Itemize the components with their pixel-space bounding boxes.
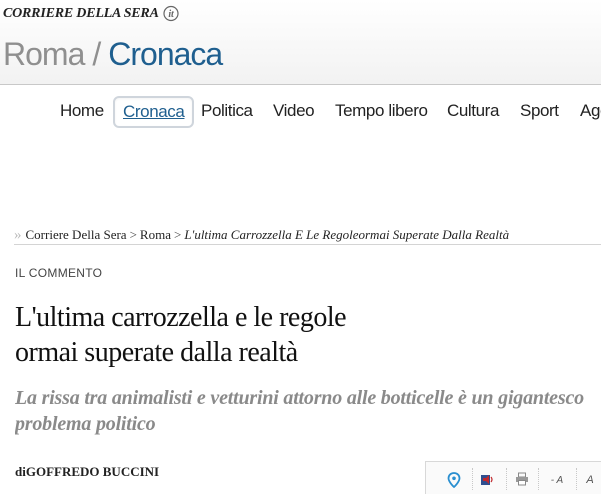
nav-video[interactable]: Video <box>273 97 315 125</box>
audio-icon <box>481 475 493 485</box>
map-pin-button[interactable] <box>440 468 468 490</box>
section-title: Roma / Cronaca <box>3 34 223 74</box>
print-button[interactable] <box>506 468 537 490</box>
breadcrumb-current: L'ultima Carrozzella E Le Regoleormai Su… <box>184 227 510 242</box>
map-pin-icon <box>447 472 461 488</box>
headline-line-2: ormai superate dalla realtà <box>15 337 298 368</box>
svg-text:it: it <box>168 9 175 20</box>
nav-home[interactable]: Home <box>60 97 104 125</box>
nav-cultura[interactable]: Cultura <box>447 97 499 125</box>
print-icon <box>516 472 528 486</box>
headline-line-1: L'ultima carrozzella e le regole <box>15 302 347 333</box>
byline: diGOFFREDO BUCCINI <box>15 464 159 480</box>
article-kicker: IL COMMENTO <box>15 266 103 280</box>
city-link[interactable]: Roma <box>3 36 85 72</box>
nav-tempo-libero[interactable]: Tempo libero <box>335 97 428 125</box>
title-separator: / <box>92 36 101 72</box>
font-smaller-label: - A <box>550 475 564 486</box>
brand-mark-icon: it <box>163 5 179 22</box>
byline-prefix: di <box>15 464 26 479</box>
article-headline: L'ultima carrozzella e le regole ormai s… <box>15 300 435 370</box>
main-nav: Home Cronaca Politica Video Tempo libero… <box>0 96 601 128</box>
section-link[interactable]: Cronaca <box>108 36 223 72</box>
brand-logo[interactable]: CORRIERE DELLA SERA it <box>3 5 182 24</box>
breadcrumb-roma[interactable]: Roma <box>140 227 171 242</box>
breadcrumb-separator: > <box>173 227 182 242</box>
breadcrumb-arrows-icon: » <box>14 227 22 243</box>
font-smaller-button[interactable]: - A <box>538 468 575 490</box>
font-bigger-label: A <box>586 474 594 486</box>
breadcrumb-separator: > <box>129 227 137 242</box>
breadcrumb: » Corriere Della Sera > Roma > L'ultima Carro… <box>14 227 601 245</box>
breadcrumb-home[interactable]: Corriere Della Sera <box>26 227 127 242</box>
nav-agenda[interactable]: Age <box>580 97 601 125</box>
author-name[interactable]: GOFFREDO BUCCINI <box>26 464 159 479</box>
masthead: CORRIERE DELLA SERA it Roma / Cronaca <box>0 0 601 85</box>
audio-button[interactable] <box>472 468 503 490</box>
nav-politica[interactable]: Politica <box>201 97 253 125</box>
article-toolbar: - A A <box>425 461 601 494</box>
article-subtitle: La rissa tra animalisti e vetturini atto… <box>15 387 584 435</box>
nav-cronaca[interactable]: Cronaca <box>113 96 195 128</box>
brand-name: CORRIERE DELLA SERA <box>3 6 159 21</box>
nav-sport[interactable]: Sport <box>520 97 559 125</box>
font-bigger-button[interactable]: A <box>576 468 601 490</box>
